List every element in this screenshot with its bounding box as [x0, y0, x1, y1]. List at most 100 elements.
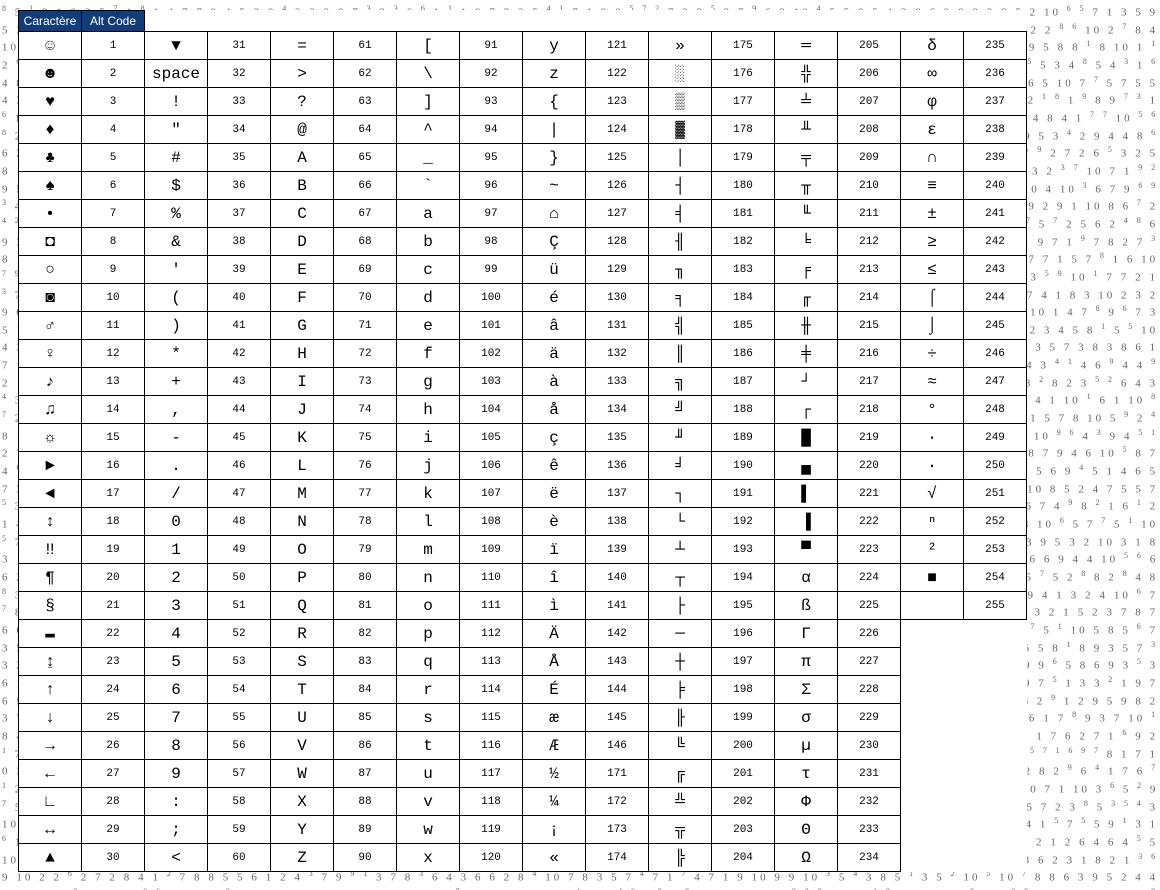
code-cell: 255	[964, 592, 1027, 620]
char-cell: »	[649, 32, 712, 60]
header-row: Caractère Alt Code	[19, 11, 1027, 32]
code-cell: 9	[82, 256, 145, 284]
code-cell: 10	[82, 284, 145, 312]
char-cell: ∩	[901, 144, 964, 172]
table-row: ↕18048N78l108è138└192▐222ⁿ252	[19, 508, 1027, 536]
code-cell: 30	[82, 844, 145, 872]
char-cell: !	[145, 88, 208, 116]
code-cell: 52	[208, 620, 271, 648]
code-cell: 173	[586, 816, 649, 844]
code-cell: 248	[964, 396, 1027, 424]
char-cell: E	[271, 256, 334, 284]
code-cell: 199	[712, 704, 775, 732]
char-cell: S	[271, 648, 334, 676]
code-cell: 194	[712, 564, 775, 592]
code-cell: 223	[838, 536, 901, 564]
code-cell: 118	[460, 788, 523, 816]
code-cell: 227	[838, 648, 901, 676]
code-cell: 57	[208, 760, 271, 788]
char-cell: F	[271, 284, 334, 312]
header-char: Caractère	[19, 11, 82, 32]
code-cell: 251	[964, 480, 1027, 508]
code-cell: 195	[712, 592, 775, 620]
code-cell: 76	[334, 452, 397, 480]
char-cell: ½	[523, 760, 586, 788]
code-cell: 145	[586, 704, 649, 732]
char-cell: `	[397, 172, 460, 200]
code-cell: 2	[82, 60, 145, 88]
code-cell: 66	[334, 172, 397, 200]
char-cell: ▼	[145, 32, 208, 60]
code-cell: 120	[460, 844, 523, 872]
code-cell: 105	[460, 424, 523, 452]
code-cell: 13	[82, 368, 145, 396]
char-cell: V	[271, 732, 334, 760]
char-cell: ~	[523, 172, 586, 200]
char-cell: %	[145, 200, 208, 228]
char-cell: ⌠	[901, 284, 964, 312]
char-cell: Q	[271, 592, 334, 620]
char-cell: ╚	[649, 732, 712, 760]
code-cell: 41	[208, 312, 271, 340]
table-row: ∟28:58X88v118¼172╩202Φ232	[19, 788, 1027, 816]
code-cell: 219	[838, 424, 901, 452]
char-cell: ☺	[19, 32, 82, 60]
code-cell: 99	[460, 256, 523, 284]
code-cell: 37	[208, 200, 271, 228]
char-cell: '	[145, 256, 208, 284]
table-row: •7%37C67a97⌂127╡181╙211±241	[19, 200, 1027, 228]
char-cell: ²	[901, 536, 964, 564]
char-cell: a	[397, 200, 460, 228]
code-cell: 5	[82, 144, 145, 172]
char-cell: ⌂	[523, 200, 586, 228]
code-cell: 179	[712, 144, 775, 172]
code-cell: 133	[586, 368, 649, 396]
char-cell: _	[397, 144, 460, 172]
code-cell: 53	[208, 648, 271, 676]
code-cell: 81	[334, 592, 397, 620]
char-cell: ╨	[775, 116, 838, 144]
char-cell: Æ	[523, 732, 586, 760]
header-code: Alt Code	[82, 11, 145, 32]
char-cell: Γ	[775, 620, 838, 648]
char-cell: ä	[523, 340, 586, 368]
code-cell: 71	[334, 312, 397, 340]
code-cell: 94	[460, 116, 523, 144]
char-cell: X	[271, 788, 334, 816]
char-cell: ß	[775, 592, 838, 620]
code-cell: 244	[964, 284, 1027, 312]
char-cell: ╥	[775, 172, 838, 200]
code-cell: 186	[712, 340, 775, 368]
char-cell: ë	[523, 480, 586, 508]
char-cell: n	[397, 564, 460, 592]
char-cell: ▌	[775, 480, 838, 508]
code-cell: 107	[460, 480, 523, 508]
char-cell: ¼	[523, 788, 586, 816]
char-cell: ♦	[19, 116, 82, 144]
char-cell: I	[271, 368, 334, 396]
table-row: ♥3!33?63]93{123▒177╧207φ237	[19, 88, 1027, 116]
code-cell: 126	[586, 172, 649, 200]
char-cell: É	[523, 676, 586, 704]
code-cell: 54	[208, 676, 271, 704]
code-cell: 132	[586, 340, 649, 368]
char-cell: └	[649, 508, 712, 536]
code-cell: 233	[838, 816, 901, 844]
code-cell: 206	[838, 60, 901, 88]
char-cell: h	[397, 396, 460, 424]
code-cell: 232	[838, 788, 901, 816]
code-cell: 135	[586, 424, 649, 452]
code-cell: 236	[964, 60, 1027, 88]
code-cell: 48	[208, 508, 271, 536]
char-cell: ►	[19, 452, 82, 480]
code-cell: 190	[712, 452, 775, 480]
char-cell: K	[271, 424, 334, 452]
char-cell: ▐	[775, 508, 838, 536]
char-cell: ±	[901, 200, 964, 228]
char-cell: ╢	[649, 228, 712, 256]
code-cell: 91	[460, 32, 523, 60]
code-cell: 180	[712, 172, 775, 200]
char-cell: ‼	[19, 536, 82, 564]
table-row: ♦4"34@64^94|124▓178╨208ε238	[19, 116, 1027, 144]
char-cell: φ	[901, 88, 964, 116]
